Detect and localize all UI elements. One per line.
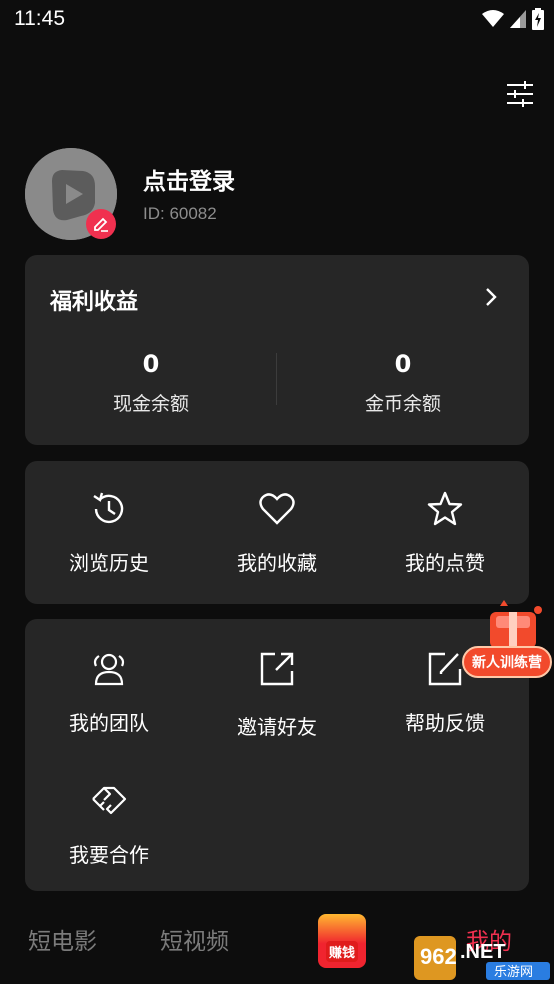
tab-short-videos[interactable]: 短视频 — [160, 922, 229, 956]
welfare-card[interactable]: 福利收益 0 现金余额 0 金币余额 — [25, 255, 529, 445]
signal-icon — [510, 10, 526, 28]
status-time: 11:45 — [14, 7, 65, 30]
invite-friends-button[interactable]: 邀请好友 — [193, 649, 361, 740]
quick-actions-card: 浏览历史 我的收藏 我的点赞 — [25, 461, 529, 604]
handshake-icon — [89, 781, 129, 821]
stat-divider — [276, 353, 277, 405]
team-icon — [89, 649, 129, 689]
browse-history-label: 浏览历史 — [69, 551, 149, 575]
help-feedback-label: 帮助反馈 — [405, 711, 485, 735]
welfare-title: 福利收益 — [50, 290, 139, 315]
login-link[interactable]: 点击登录 — [143, 162, 235, 196]
cash-balance[interactable]: 0 现金余额 — [51, 349, 251, 416]
tab-earn-label: 赚钱 — [325, 941, 358, 962]
pencil-icon — [94, 217, 108, 232]
likes-button[interactable]: 我的点赞 — [361, 489, 529, 576]
star-icon — [425, 489, 465, 529]
favorites-button[interactable]: 我的收藏 — [193, 489, 361, 576]
wifi-icon — [482, 10, 504, 27]
likes-label: 我的点赞 — [405, 551, 485, 575]
favorites-label: 我的收藏 — [237, 551, 317, 575]
history-icon — [89, 489, 129, 529]
cooperation-button[interactable]: 我要合作 — [25, 781, 193, 868]
sliders-icon — [507, 81, 533, 107]
heart-icon — [257, 489, 297, 529]
invite-friends-label: 邀请好友 — [237, 715, 317, 739]
watermark-logo: 962 .NET 乐游网 — [414, 930, 552, 982]
coin-balance-label: 金币余额 — [364, 393, 441, 415]
coin-balance-value: 0 — [394, 350, 412, 378]
cash-balance-value: 0 — [142, 350, 160, 378]
newbie-camp-promo[interactable]: 新人训练营 — [462, 598, 552, 682]
svg-text:962: 962 — [420, 944, 457, 969]
svg-text:乐游网: 乐游网 — [494, 965, 533, 980]
status-bar: 11:45 — [0, 0, 554, 40]
coin-balance[interactable]: 0 金币余额 — [303, 349, 503, 416]
my-team-button[interactable]: 我的团队 — [25, 649, 193, 736]
status-icons — [482, 8, 544, 30]
cash-balance-label: 现金余额 — [112, 393, 189, 415]
tab-earn-money[interactable]: 赚钱 — [318, 914, 366, 968]
my-team-label: 我的团队 — [69, 711, 149, 735]
battery-icon — [532, 8, 544, 30]
user-id: ID: 60082 — [143, 204, 217, 223]
newbie-camp-label: 新人训练营 — [462, 646, 552, 678]
tab-short-movies[interactable]: 短电影 — [28, 922, 97, 956]
svg-text:.NET: .NET — [460, 941, 506, 963]
settings-filter-button[interactable] — [500, 74, 540, 114]
browse-history-button[interactable]: 浏览历史 — [25, 489, 193, 576]
share-icon — [257, 649, 297, 689]
chevron-right-icon[interactable] — [481, 285, 501, 309]
cooperation-label: 我要合作 — [69, 843, 149, 867]
tools-card: 我的团队 邀请好友 帮助反馈 我要合作 — [25, 619, 529, 891]
edit-icon — [425, 649, 465, 689]
avatar-edit-button[interactable] — [86, 209, 116, 239]
